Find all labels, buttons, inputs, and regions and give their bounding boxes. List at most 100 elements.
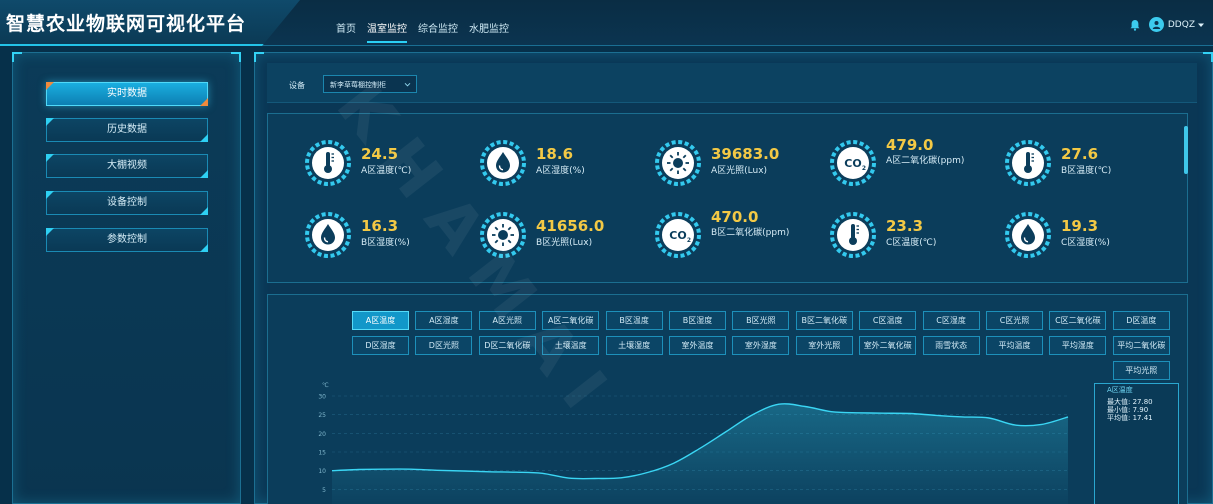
bell-icon[interactable] — [1129, 19, 1141, 31]
corner-decoration — [200, 244, 208, 252]
tag-button[interactable]: C区温度 — [859, 311, 917, 330]
tag-button[interactable]: 平均温度 — [986, 336, 1043, 355]
sensor-value: 479.0 — [886, 136, 934, 154]
sidebar-item-video[interactable]: 大棚视频 — [46, 154, 208, 178]
corner-decoration — [254, 52, 264, 62]
caret-down-icon[interactable] — [1197, 21, 1205, 29]
sensor-label: A区湿度(%) — [536, 166, 585, 176]
tag-button[interactable]: 土壤湿度 — [605, 336, 663, 355]
tag-button[interactable]: A区光照 — [478, 311, 536, 330]
sidebar-item-label: 参数控制 — [107, 234, 147, 245]
tag-button[interactable]: C区二氧化碳 — [1049, 311, 1107, 330]
sidebar-item-label: 实时数据 — [107, 88, 147, 99]
thermometer-icon — [830, 212, 876, 258]
svg-text:2: 2 — [862, 165, 866, 172]
corner-decoration — [200, 170, 208, 178]
sun-icon — [480, 212, 526, 258]
tag-button[interactable]: B区光照 — [732, 311, 790, 330]
corner-decoration — [46, 118, 54, 126]
sidebar-item-realtime[interactable]: 实时数据 — [46, 82, 208, 106]
scrollbar[interactable] — [1184, 126, 1188, 174]
main-panel: 设备 新李草莓棚控制柜 24.5 A区温度(℃) 18.6 A区湿度(%) 39683.… — [254, 52, 1213, 504]
app-title: 智慧农业物联网可视化平台 — [6, 13, 247, 35]
tag-button[interactable]: A区二氧化碳 — [542, 311, 600, 330]
sensor-card: 27.6 B区温度(℃) — [1004, 139, 1174, 189]
sensor-value: 41656.0 — [536, 217, 605, 235]
sidebar-item-label: 历史数据 — [107, 124, 147, 135]
tag-button[interactable]: A区湿度 — [415, 311, 473, 330]
thermometer-icon — [1005, 140, 1051, 186]
tag-button[interactable]: C区湿度 — [922, 311, 980, 330]
tag-button[interactable]: 土壤温度 — [542, 336, 600, 355]
nav-item-greenhouse[interactable]: 温室监控 — [367, 0, 407, 46]
sensor-card: 18.6 A区湿度(%) — [479, 139, 649, 189]
corner-decoration — [12, 52, 22, 62]
user-area: DDQZ — [1129, 17, 1205, 32]
sensor-value: 18.6 — [536, 145, 574, 163]
sidebar-item-label: 设备控制 — [107, 197, 147, 208]
tag-button[interactable]: 室外二氧化碳 — [859, 336, 917, 355]
sidebar-item-device-control[interactable]: 设备控制 — [46, 191, 208, 215]
stats-avg: 平均值: 17.41 — [1107, 414, 1153, 422]
stats-box: A区温度 最大值: 27.80 最小值: 7.90 平均值: 17.41 — [1094, 383, 1179, 504]
y-tick-label: 20 — [318, 431, 326, 438]
tag-button[interactable]: 平均二氧化碳 — [1112, 336, 1170, 355]
sensor-value: 470.0 — [711, 208, 759, 226]
corner-decoration — [200, 134, 208, 142]
y-axis-label: ℃ — [322, 382, 329, 389]
sidebar-item-label: 大棚视频 — [107, 160, 147, 171]
sensor-card: 23.3 C区温度(℃) — [829, 211, 999, 261]
svg-text:2: 2 — [687, 237, 691, 244]
tag-button[interactable]: B区温度 — [605, 311, 663, 330]
nav-item-fertigation[interactable]: 水肥监控 — [469, 0, 509, 46]
tag-button[interactable]: C区光照 — [986, 311, 1043, 330]
top-nav: 首页 温室监控 综合监控 水肥监控 — [336, 0, 520, 46]
avatar[interactable] — [1148, 17, 1164, 32]
sensor-value: 24.5 — [361, 145, 399, 163]
tag-button[interactable]: B区二氧化碳 — [795, 311, 853, 330]
tag-button[interactable]: B区湿度 — [669, 311, 726, 330]
tag-button[interactable]: D区光照 — [415, 336, 473, 355]
tag-button[interactable]: 平均湿度 — [1049, 336, 1107, 355]
thermometer-icon — [305, 140, 351, 186]
tag-button[interactable]: 平均光照 — [1112, 361, 1170, 380]
tag-button[interactable]: 室外光照 — [795, 336, 853, 355]
tag-button[interactable]: 室外温度 — [669, 336, 726, 355]
sensor-label: C区温度(℃) — [886, 238, 937, 248]
temperature-chart: 302520151050℃ — [318, 382, 1069, 504]
device-select[interactable]: 新李草莓棚控制柜 — [323, 75, 417, 93]
sensor-card: 24.5 A区温度(℃) — [304, 139, 474, 189]
sun-icon — [655, 140, 701, 186]
sidebar-item-history[interactable]: 历史数据 — [46, 118, 208, 142]
user-icon — [1152, 21, 1161, 29]
corner-decoration — [200, 98, 208, 106]
sensor-label: A区二氧化碳(ppm) — [886, 156, 965, 166]
sidebar-item-parameter-control[interactable]: 参数控制 — [46, 228, 208, 252]
water-drop-icon — [305, 212, 351, 258]
tag-button[interactable]: 室外湿度 — [732, 336, 790, 355]
tag-button[interactable]: D区二氧化碳 — [478, 336, 536, 355]
y-tick-label: 10 — [318, 468, 326, 475]
nav-item-integrated[interactable]: 综合监控 — [418, 0, 458, 46]
water-drop-icon — [1005, 212, 1051, 258]
stats-max: 最大值: 27.80 — [1107, 398, 1153, 406]
sensor-label: A区温度(℃) — [361, 166, 412, 176]
tag-button[interactable]: 雨雪状态 — [922, 336, 980, 355]
y-tick-label: 5 — [322, 487, 326, 494]
sensor-value: 23.3 — [886, 217, 924, 235]
y-tick-label: 30 — [318, 394, 326, 401]
stats-title: A区温度 — [1107, 386, 1133, 394]
tag-button[interactable]: D区湿度 — [352, 336, 409, 355]
co2-icon: CO 2 — [830, 140, 876, 186]
y-tick-label: 15 — [318, 450, 326, 457]
nav-item-home[interactable]: 首页 — [336, 0, 356, 46]
app-header: 智慧农业物联网可视化平台 首页 温室监控 综合监控 水肥监控 DDQZ — [0, 0, 1213, 46]
sensor-card: CO 2 479.0 A区二氧化碳(ppm) — [829, 136, 999, 189]
stats-min: 最小值: 7.90 — [1107, 406, 1149, 414]
sensor-panel: 24.5 A区温度(℃) 18.6 A区湿度(%) 39683.0 A区光照(Lux) CO… — [267, 113, 1188, 283]
corner-decoration — [1203, 52, 1213, 62]
sensor-label: C区湿度(%) — [1061, 238, 1110, 248]
user-name[interactable]: DDQZ — [1168, 20, 1195, 30]
tag-button[interactable]: A区温度 — [352, 311, 409, 330]
tag-button[interactable]: D区温度 — [1112, 311, 1170, 330]
